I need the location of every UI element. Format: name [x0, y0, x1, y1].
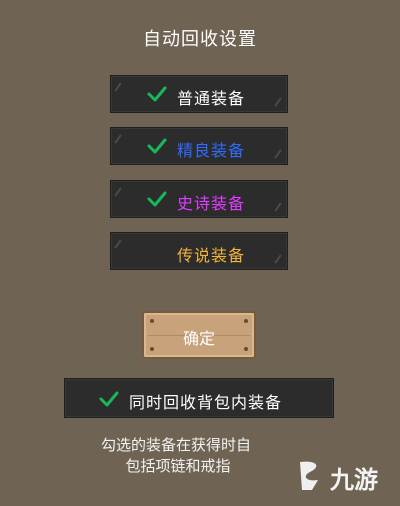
option-common-equipment[interactable]: 普通装备 [110, 75, 288, 113]
option-fine-equipment[interactable]: 精良装备 [110, 127, 288, 165]
check-icon [99, 391, 119, 407]
option-label: 精良装备 [177, 141, 246, 160]
recycle-settings-panel: 自动回收设置 普通装备 精良装备 史诗装备 传说装备 确定 同时回收背包内装备 … [0, 0, 400, 506]
nail-icon [150, 319, 154, 323]
check-icon [147, 191, 167, 207]
option-label: 普通装备 [177, 89, 246, 108]
check-icon [147, 138, 167, 154]
option-epic-equipment[interactable]: 史诗装备 [110, 180, 288, 218]
confirm-button[interactable]: 确定 [142, 311, 256, 359]
description-line-1: 勾选的装备在获得时自 [100, 436, 251, 454]
confirm-label: 确定 [182, 329, 215, 348]
option-recycle-bag-items[interactable]: 同时回收背包内装备 [64, 378, 334, 418]
nail-icon [244, 319, 248, 323]
option-legendary-equipment[interactable]: 传说装备 [110, 232, 288, 270]
watermark-text: 九游 [330, 466, 378, 494]
watermark-icon [300, 461, 318, 490]
check-icon [147, 86, 167, 102]
watermark-logo: 九游 [292, 456, 384, 496]
panel-title: 自动回收设置 [143, 29, 257, 50]
bag-option-label: 同时回收背包内装备 [129, 393, 283, 412]
option-label: 史诗装备 [177, 194, 246, 213]
option-label: 传说装备 [177, 246, 246, 265]
